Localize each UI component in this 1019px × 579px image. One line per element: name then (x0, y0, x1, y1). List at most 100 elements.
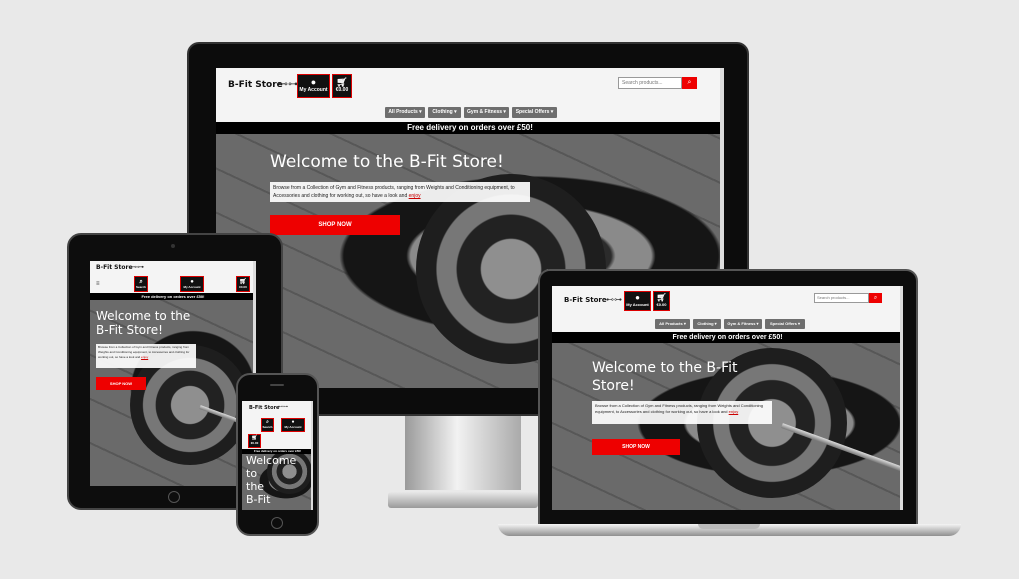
dumbbell-icon: ⊷⊶ (606, 295, 622, 304)
phone-site: B-Fit Store ⊷⊶ ⌕ Search ● My Account 🛒︎ … (242, 401, 313, 510)
nav-label: All Products (388, 109, 418, 115)
search-input[interactable]: Search products... (618, 77, 682, 89)
site-header: B-Fit Store ⊷⊶ ⌕ Search ● My Account 🛒︎ … (242, 401, 313, 449)
cart-amount: €0.00 (250, 441, 259, 445)
cart-amount: €0.00 (656, 302, 667, 307)
cart-button[interactable]: 🛒︎ €0.00 (653, 291, 670, 311)
laptop-site: B-Fit Store ⊷⊶ ● My Account 🛒︎ €0.00 Sea… (552, 286, 903, 510)
brand-logo[interactable]: B-Fit Store (96, 264, 133, 271)
tablet-site: B-Fit Store ⊷⊶ ≡ ⌕ Search ● My Account 🛒… (90, 261, 256, 486)
tablet-camera (171, 244, 175, 248)
cart-button[interactable]: 🛒︎ €0.00 (248, 434, 261, 448)
site-header: B-Fit Store ⊷⊶ ● My Account 🛒︎ €0.00 Sea… (216, 68, 724, 104)
nav-label: Clothing (432, 109, 453, 115)
cart-icon: 🛒︎ (656, 293, 667, 302)
nav-label: All Products (659, 321, 683, 326)
nav-all-products[interactable]: All Products ▾ (385, 107, 425, 118)
hero-intro: Browse from a Collection of Gym and Fitn… (592, 401, 772, 424)
my-account-button[interactable]: ● My Account (297, 74, 330, 98)
laptop-notch (698, 524, 760, 529)
hero-text: Browse from a Collection of Gym and Fitn… (273, 185, 515, 199)
nav-gym-fitness[interactable]: Gym & Fitness ▾ (464, 107, 509, 118)
monitor-base (388, 492, 538, 508)
hero-title-line: to (246, 467, 258, 480)
nav-special-offers[interactable]: Special Offers ▾ (765, 319, 805, 329)
my-account-button[interactable]: ● My Account (180, 276, 204, 292)
hero-title-line: Welcome (246, 454, 297, 467)
monitor-stand (405, 416, 521, 490)
search-button[interactable]: ⌕ (682, 77, 697, 89)
search-label: Search (262, 425, 273, 429)
menu-icon[interactable]: ≡ (96, 281, 100, 287)
hero-title-line: B-Fit (246, 493, 271, 506)
search-button[interactable]: ⌕ (869, 293, 882, 303)
nav-label: Special Offers (515, 109, 550, 115)
hero-text-link[interactable]: enjoy (409, 193, 421, 199)
search-icon: ⌕ (687, 79, 692, 86)
dumbbell-icon: ⊷⊶ (278, 79, 298, 90)
my-account-label: My Account (299, 87, 328, 93)
user-icon: ● (635, 293, 640, 302)
nav-label: Gym & Fitness (727, 321, 756, 326)
site-header: B-Fit Store ⊷⊶ ≡ ⌕ Search ● My Account 🛒… (90, 261, 256, 293)
hero-title: Welcome to the B-Fit Store! (96, 309, 191, 337)
user-icon: ● (310, 77, 317, 87)
hero-text-link[interactable]: enjoy (141, 355, 148, 359)
cart-amount: €0.00 (239, 285, 247, 289)
my-account-button[interactable]: ● My Account (281, 418, 305, 432)
search-input[interactable]: Search products... (814, 293, 869, 303)
main-nav: All Products ▾ Clothing ▾ Gym & Fitness … (216, 104, 724, 122)
my-account-button[interactable]: ● My Account (624, 291, 651, 311)
hero-text-link[interactable]: enjoy (729, 409, 739, 414)
nav-clothing[interactable]: Clothing ▾ (693, 319, 721, 329)
hero-section: Welcome to the B-Fit (242, 454, 313, 510)
delivery-banner: Free delivery on orders over £50! (216, 122, 724, 134)
tablet-home-button[interactable] (168, 491, 180, 503)
hero-title-line: the (246, 480, 265, 493)
nav-label: Gym & Fitness (467, 109, 503, 115)
hero-intro: Browse from a Collection of Gym and Fitn… (96, 344, 196, 368)
dumbbell-icon: ⊷⊶ (278, 404, 288, 410)
hero-title: Welcome to the B-Fit Store! (270, 152, 504, 172)
cart-amount: €0.00 (335, 87, 349, 93)
delivery-banner: Free delivery on orders over £50! (90, 293, 256, 300)
hero-section: Welcome to the B-Fit Store! Browse from … (90, 300, 256, 486)
scrollbar[interactable] (900, 286, 903, 510)
brand-logo[interactable]: B-Fit Store (249, 405, 279, 411)
search-toggle-button[interactable]: ⌕ Search (261, 418, 274, 432)
main-nav: All Products ▾ Clothing ▾ Gym & Fitness … (552, 316, 903, 332)
cart-button[interactable]: 🛒︎ €0.00 (236, 276, 250, 292)
hero-title: Welcome to the B-Fit (246, 454, 296, 506)
hero-intro: Browse from a Collection of Gym and Fitn… (270, 182, 530, 202)
search-toggle-button[interactable]: ⌕ Search (134, 276, 148, 292)
laptop-screen: B-Fit Store ⊷⊶ ● My Account 🛒︎ €0.00 Sea… (552, 286, 903, 510)
phone-screen: B-Fit Store ⊷⊶ ⌕ Search ● My Account 🛒︎ … (242, 401, 313, 510)
cart-icon: 🛒︎ (336, 77, 348, 87)
cart-button[interactable]: 🛒︎ €0.00 (332, 74, 352, 98)
shop-now-button[interactable]: SHOP NOW (592, 439, 680, 455)
my-account-label: My Account (183, 285, 201, 289)
tablet-screen: B-Fit Store ⊷⊶ ≡ ⌕ Search ● My Account 🛒… (90, 261, 256, 486)
site-header: B-Fit Store ⊷⊶ ● My Account 🛒︎ €0.00 Sea… (552, 286, 903, 316)
shop-now-button[interactable]: SHOP NOW (270, 215, 400, 235)
delivery-banner: Free delivery on orders over £50! (552, 332, 903, 343)
phone-home-button[interactable] (271, 517, 283, 529)
nav-special-offers[interactable]: Special Offers ▾ (512, 107, 557, 118)
nav-clothing[interactable]: Clothing ▾ (428, 107, 461, 118)
dumbbell-icon: ⊷⊶ (130, 264, 144, 271)
nav-gym-fitness[interactable]: Gym & Fitness ▾ (724, 319, 762, 329)
nav-label: Clothing (697, 321, 714, 326)
nav-all-products[interactable]: All Products ▾ (655, 319, 690, 329)
shop-now-button[interactable]: SHOP NOW (96, 377, 146, 390)
hero-title: Welcome to the B-Fit Store! (592, 360, 738, 394)
nav-label: Special Offers (769, 321, 797, 326)
hero-section: Welcome to the B-Fit Store! Browse from … (552, 343, 903, 510)
my-account-label: My Account (284, 425, 302, 429)
scrollbar[interactable] (311, 401, 313, 510)
my-account-label: My Account (626, 302, 649, 307)
phone-speaker (270, 384, 284, 386)
search-icon: ⌕ (873, 295, 878, 301)
search-label: Search (135, 285, 146, 289)
brand-logo[interactable]: B-Fit Store (564, 296, 607, 304)
brand-logo[interactable]: B-Fit Store (228, 80, 283, 90)
